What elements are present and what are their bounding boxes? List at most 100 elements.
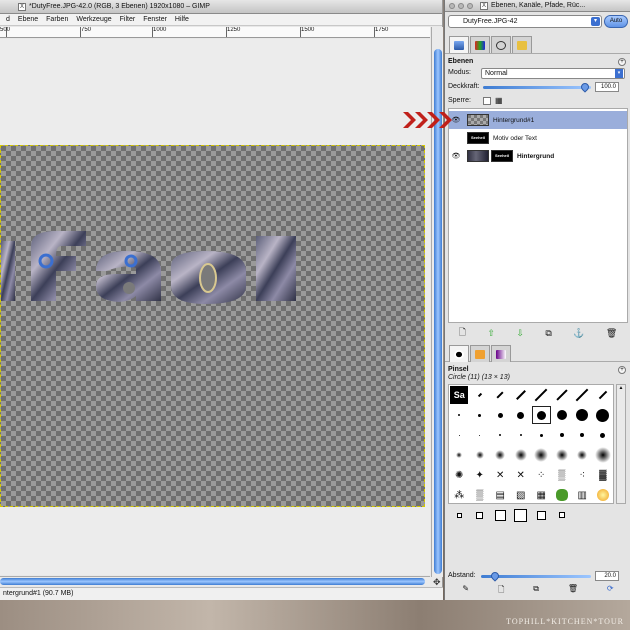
tab-gradients[interactable]	[491, 345, 511, 362]
layer-row[interactable]: 👁 Hintergrund#1	[449, 111, 627, 129]
brush-cell[interactable]: ✺	[449, 465, 470, 485]
tab-brushes[interactable]	[449, 345, 469, 362]
layer-row[interactable]: 👁 Seeheil Hintergrund	[449, 147, 627, 165]
brush-cell[interactable]	[572, 385, 593, 405]
opacity-slider[interactable]	[483, 81, 591, 93]
edit-brush-icon[interactable]: ✎	[462, 584, 469, 596]
brush-cell[interactable]: ✕	[511, 465, 532, 485]
tab-paths[interactable]	[491, 36, 511, 53]
delete-brush-icon[interactable]: 🗑	[568, 584, 578, 596]
opacity-slider-knob[interactable]	[579, 81, 591, 93]
brush-cell[interactable]	[490, 425, 511, 445]
brush-cell[interactable]	[552, 445, 573, 465]
brush-cell[interactable]	[572, 405, 593, 425]
brush-cell[interactable]	[470, 425, 491, 445]
layer-row[interactable]: Seeheil Motiv oder Text	[449, 129, 627, 147]
auto-button[interactable]: Auto	[604, 15, 628, 28]
brush-cell[interactable]	[470, 505, 491, 525]
brush-cell[interactable]: ✦	[470, 465, 491, 485]
duplicate-layer-icon[interactable]: ⧉	[545, 328, 551, 339]
anchor-layer-icon[interactable]: ⚓	[573, 328, 584, 339]
menu-item-layer[interactable]: Ebene	[18, 16, 38, 23]
brush-cell[interactable]	[552, 425, 573, 445]
menu-item-filters[interactable]: Filter	[120, 16, 136, 23]
layer-list[interactable]: 👁 Hintergrund#1 Seeheil Motiv oder Text …	[448, 108, 628, 323]
brush-cell[interactable]	[511, 385, 532, 405]
brush-cell[interactable]	[511, 405, 532, 425]
zoom-window-button[interactable]	[467, 2, 473, 9]
brush-cell[interactable]	[552, 405, 573, 425]
raise-layer-icon[interactable]: ⇧	[487, 328, 495, 339]
brush-cell[interactable]	[470, 405, 491, 425]
brush-cell[interactable]	[593, 485, 614, 505]
brush-cell[interactable]	[531, 505, 552, 525]
refresh-brushes-icon[interactable]: ⟳	[607, 584, 614, 596]
spacing-input[interactable]: 20.0	[595, 571, 619, 581]
brush-cell[interactable]	[470, 385, 491, 405]
brush-cell[interactable]: ▧	[511, 485, 532, 505]
brush-cell[interactable]	[490, 385, 511, 405]
menu-item-image[interactable]: d	[6, 16, 10, 23]
brush-cell[interactable]	[490, 405, 511, 425]
opacity-input[interactable]: 100.0	[595, 82, 619, 92]
new-brush-icon[interactable]: 🗋	[498, 584, 504, 596]
brush-cell[interactable]: ▥	[572, 485, 593, 505]
brush-cell[interactable]: ✕	[490, 465, 511, 485]
brush-cell[interactable]: Sa	[449, 385, 470, 405]
panel-menu-icon[interactable]: +	[618, 58, 626, 66]
brush-cell[interactable]: ⁘	[531, 465, 552, 485]
brush-cell[interactable]: ⁖	[572, 465, 593, 485]
brush-cell[interactable]	[449, 425, 470, 445]
brush-cell[interactable]: ⁂	[449, 485, 470, 505]
tab-undo[interactable]	[512, 36, 532, 53]
menu-item-help[interactable]: Hilfe	[175, 16, 189, 23]
brush-cell[interactable]	[593, 385, 614, 405]
brush-cell[interactable]: ▓	[593, 465, 614, 485]
horizontal-scroll-thumb[interactable]	[0, 578, 425, 585]
spacing-slider-knob[interactable]	[489, 570, 501, 582]
brush-cell[interactable]	[511, 425, 532, 445]
brush-cell[interactable]: ▤	[490, 485, 511, 505]
brush-cell[interactable]	[449, 445, 470, 465]
brush-scrollbar[interactable]: ▲	[616, 384, 626, 504]
brush-cell[interactable]	[572, 445, 593, 465]
brush-cell[interactable]	[531, 385, 552, 405]
brush-cell[interactable]: ▒	[470, 485, 491, 505]
menu-item-windows[interactable]: Fenster	[143, 16, 167, 23]
delete-layer-icon[interactable]: 🗑	[606, 328, 617, 339]
menu-item-tools[interactable]: Werkzeuge	[76, 16, 111, 23]
brush-cell[interactable]	[552, 485, 573, 505]
brush-cell[interactable]	[531, 425, 552, 445]
dock-titlebar[interactable]: X Ebenen, Kanäle, Pfade, Rüc...	[445, 0, 630, 12]
panel-menu-icon[interactable]: +	[618, 366, 626, 374]
canvas-area[interactable]	[0, 39, 430, 575]
brush-cell[interactable]	[449, 505, 470, 525]
menu-item-colors[interactable]: Farben	[46, 16, 68, 23]
image-canvas[interactable]	[0, 145, 425, 507]
brush-cell[interactable]	[490, 505, 511, 525]
mode-dropdown[interactable]: Normal ▾	[481, 68, 625, 79]
tab-channels[interactable]	[470, 36, 490, 53]
brush-cell[interactable]	[449, 405, 470, 425]
spacing-slider[interactable]	[481, 570, 591, 582]
horizontal-scrollbar[interactable]	[0, 576, 430, 586]
brush-cell[interactable]	[531, 445, 552, 465]
brush-cell[interactable]	[593, 425, 614, 445]
minimize-window-button[interactable]	[458, 2, 464, 9]
brush-cell[interactable]	[511, 505, 532, 525]
brush-cell[interactable]: ▒	[552, 465, 573, 485]
lower-layer-icon[interactable]: ⇩	[516, 328, 524, 339]
brush-grid[interactable]: Sa ✺ ✦ ✕ ✕ ⁘ ▒ ⁖ ▓ ⁂ ▒ ▤ ▧ ▦ ▥	[448, 384, 614, 522]
chevron-up-icon[interactable]: ▲	[617, 385, 625, 393]
brush-cell[interactable]	[552, 385, 573, 405]
brush-cell[interactable]	[470, 445, 491, 465]
brush-cell[interactable]	[531, 405, 552, 425]
brush-cell[interactable]	[490, 445, 511, 465]
brush-cell[interactable]	[593, 445, 614, 465]
brush-cell[interactable]: ▦	[531, 485, 552, 505]
eye-icon[interactable]: 👁	[449, 152, 463, 160]
brush-cell[interactable]	[572, 425, 593, 445]
close-window-button[interactable]	[449, 2, 455, 9]
lock-alpha-checkbox[interactable]	[483, 97, 491, 105]
brush-cell[interactable]	[552, 505, 573, 525]
